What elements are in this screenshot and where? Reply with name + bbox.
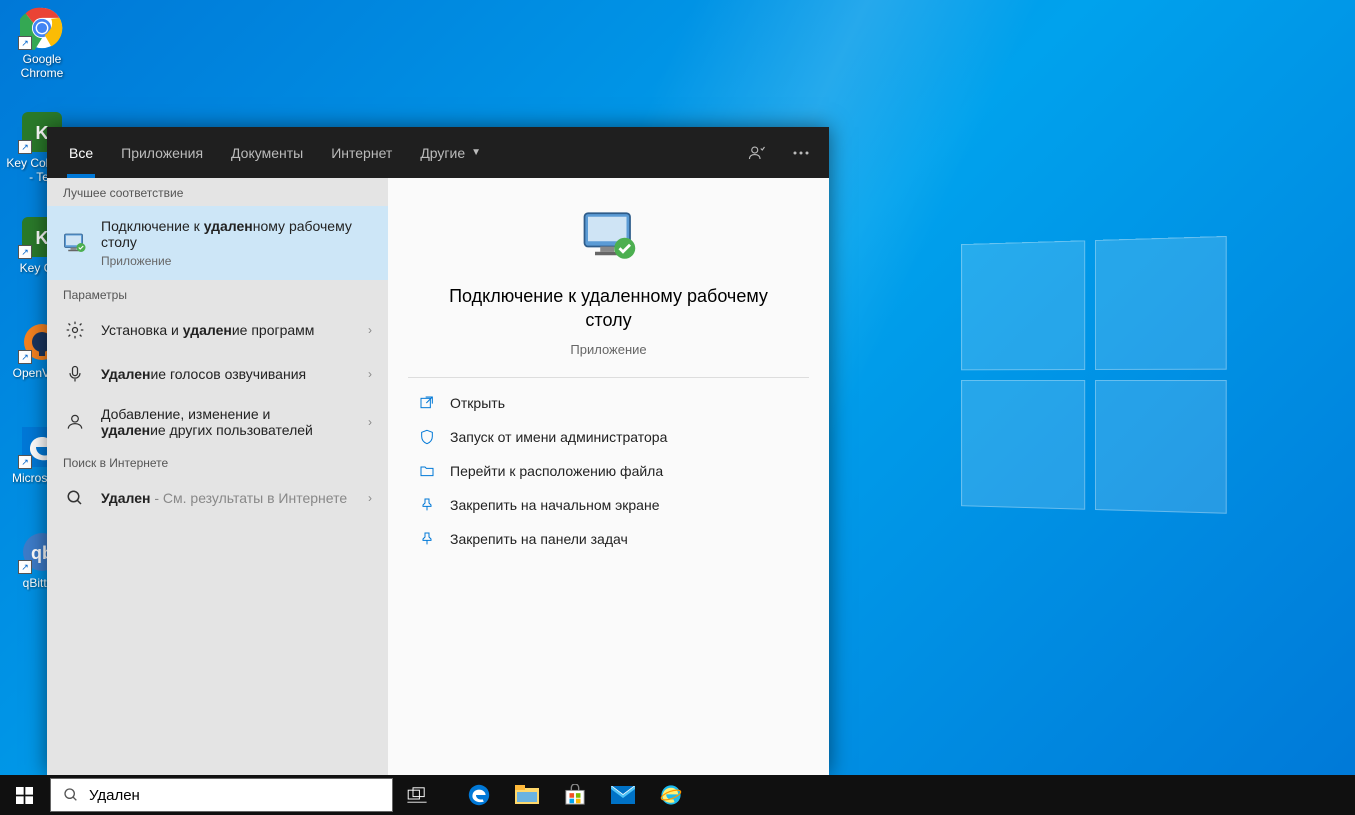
detail-type: Приложение bbox=[428, 342, 789, 357]
tab-internet[interactable]: Интернет bbox=[317, 127, 406, 178]
taskbar-store[interactable] bbox=[551, 775, 599, 815]
action-open-location[interactable]: Перейти к расположению файла bbox=[408, 454, 809, 488]
search-icon bbox=[63, 486, 87, 510]
pin-icon bbox=[418, 496, 436, 514]
shield-icon bbox=[418, 428, 436, 446]
search-panel-header: Все Приложения Документы Интернет Другие… bbox=[47, 127, 829, 178]
search-results-list: Лучшее соответствие Подключение к удален… bbox=[47, 178, 388, 775]
chevron-right-icon: › bbox=[368, 367, 372, 381]
result-web-search[interactable]: Удален - См. результаты в Интернете › bbox=[47, 476, 388, 520]
pin-icon bbox=[418, 530, 436, 548]
chevron-right-icon: › bbox=[368, 323, 372, 337]
taskbar-edge[interactable] bbox=[455, 775, 503, 815]
taskbar bbox=[0, 775, 1355, 815]
person-icon bbox=[63, 410, 87, 434]
chevron-right-icon: › bbox=[368, 491, 372, 505]
search-input[interactable] bbox=[89, 787, 380, 804]
taskbar-mail[interactable] bbox=[599, 775, 647, 815]
tab-documents[interactable]: Документы bbox=[217, 127, 317, 178]
taskbar-explorer[interactable] bbox=[503, 775, 551, 815]
search-panel: Все Приложения Документы Интернет Другие… bbox=[47, 127, 829, 775]
action-pin-start[interactable]: Закрепить на начальном экране bbox=[408, 488, 809, 522]
chevron-right-icon: › bbox=[368, 415, 372, 429]
result-setting-users[interactable]: Добавление, изменение иудаление других п… bbox=[47, 396, 388, 448]
tab-apps[interactable]: Приложения bbox=[107, 127, 217, 178]
start-button[interactable] bbox=[0, 775, 48, 815]
gear-icon bbox=[63, 318, 87, 342]
feedback-button[interactable] bbox=[737, 133, 777, 173]
taskbar-ie[interactable] bbox=[647, 775, 695, 815]
result-setting-uninstall[interactable]: Установка и удаление программ › bbox=[47, 308, 388, 352]
rdp-icon bbox=[63, 231, 87, 255]
mic-icon bbox=[63, 362, 87, 386]
action-run-as-admin[interactable]: Запуск от имени администратора bbox=[408, 420, 809, 454]
tab-all[interactable]: Все bbox=[55, 127, 107, 178]
section-web: Поиск в Интернете bbox=[47, 448, 388, 476]
taskbar-search-box[interactable] bbox=[50, 778, 393, 812]
task-view-button[interactable] bbox=[393, 775, 441, 815]
folder-icon bbox=[418, 462, 436, 480]
desktop-icon-chrome[interactable]: ↗ Google Chrome bbox=[4, 6, 80, 80]
action-open[interactable]: Открыть bbox=[408, 386, 809, 420]
tab-more[interactable]: Другие▼ bbox=[406, 127, 495, 178]
search-icon bbox=[63, 787, 79, 803]
section-best-match: Лучшее соответствие bbox=[47, 178, 388, 206]
action-pin-taskbar[interactable]: Закрепить на панели задач bbox=[408, 522, 809, 556]
section-settings: Параметры bbox=[47, 280, 388, 308]
rdp-icon-large bbox=[581, 208, 637, 264]
open-icon bbox=[418, 394, 436, 412]
search-detail-pane: Подключение к удаленному рабочему столу … bbox=[388, 178, 829, 775]
options-button[interactable] bbox=[781, 133, 821, 173]
detail-title: Подключение к удаленному рабочему столу bbox=[428, 284, 789, 332]
result-setting-voices[interactable]: Удаление голосов озвучивания › bbox=[47, 352, 388, 396]
result-best-match[interactable]: Подключение к удаленному рабочему столу … bbox=[47, 206, 388, 280]
